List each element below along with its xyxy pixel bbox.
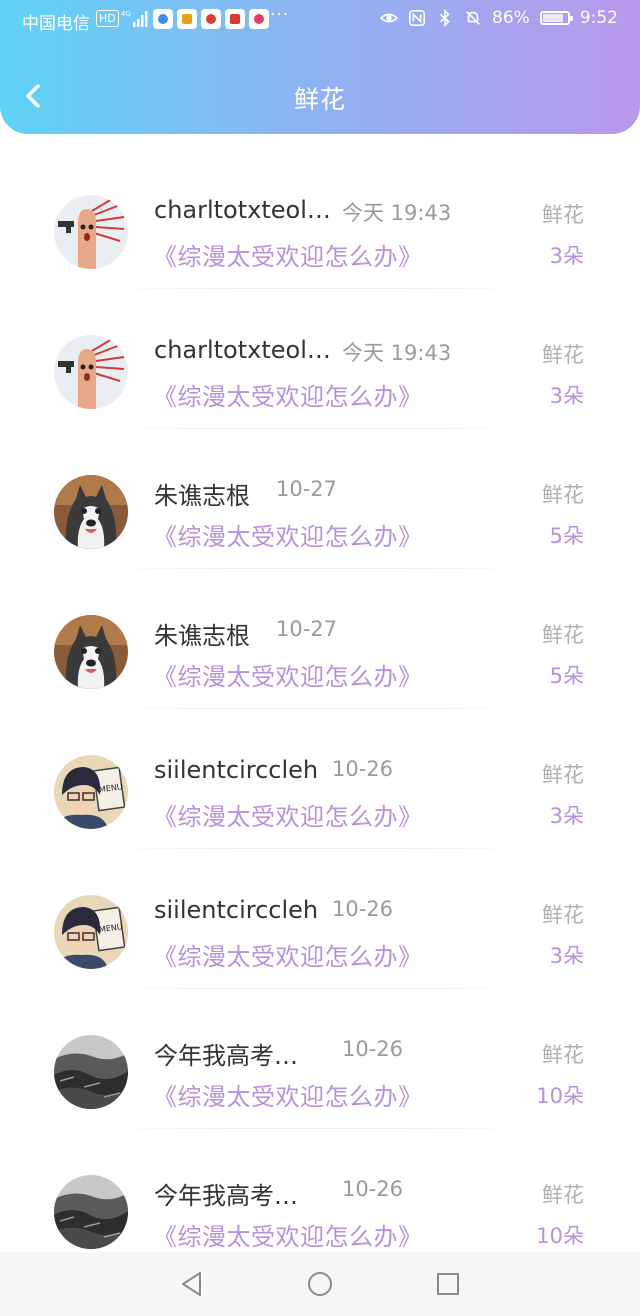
svg-text:4G: 4G [121,10,131,18]
gift-count: 5朵 [549,524,584,548]
gift-type: 鲜花 [542,623,584,647]
book-title[interactable]: 《综漫太受欢迎怎么办》 [153,797,423,832]
weibo-app-icon [201,9,221,29]
mute-bell-icon [466,11,480,25]
gift-type: 鲜花 [542,763,584,787]
gift-type: 鲜花 [542,903,584,927]
avatar[interactable] [54,195,128,269]
gift-count: 3朵 [549,804,584,828]
avatar[interactable]: MENU [54,895,128,969]
divider [104,708,534,709]
gift-type: 鲜花 [542,1183,584,1207]
gift-type: 鲜花 [542,1043,584,1067]
status-right: 86% 9:52 [380,8,618,28]
user-name[interactable]: siilentcirccleh [154,756,318,784]
gift-count: 3朵 [549,384,584,408]
timestamp: 今天 19:43 [342,201,452,225]
notification-app-icons [153,9,269,29]
gift-count: 10朵 [536,1224,584,1248]
status-bar: 中国电信 HD 4G ··· 86% 9:52 [0,0,640,40]
gift-type: 鲜花 [542,483,584,507]
gift-count: 3朵 [549,944,584,968]
divider [104,988,534,989]
user-name[interactable]: 今年我高考… [154,1176,298,1211]
timestamp: 10-26 [342,1177,404,1201]
hd-badge: HD [96,10,119,27]
book-title[interactable]: 《综漫太受欢迎怎么办》 [153,657,423,692]
avatar[interactable]: MENU [54,755,128,829]
list-item[interactable]: charltotxteol… 今天 19:43 《综漫太受欢迎怎么办》 鲜花 3… [0,290,640,430]
eye-comfort-icon [380,13,399,23]
timestamp: 10-26 [342,1037,404,1061]
timestamp: 10-27 [276,477,338,501]
user-name[interactable]: charltotxteol… [154,336,331,364]
book-title[interactable]: 《综漫太受欢迎怎么办》 [153,937,423,972]
nfc-icon [409,9,426,27]
timestamp: 10-27 [276,617,338,641]
book-title[interactable]: 《综漫太受欢迎怎么办》 [153,1217,423,1252]
list-item[interactable]: 朱谯志根 10-27 《综漫太受欢迎怎么办》 鲜花 5朵 [0,430,640,570]
gift-type: 鲜花 [542,203,584,227]
list-item[interactable]: 今年我高考… 10-26 《综漫太受欢迎怎么办》 鲜花 10朵 [0,1130,640,1270]
signal-icon: 4G [121,10,148,27]
list-item[interactable]: MENU siilentcirccleh 10-26 《综漫太受欢迎怎么办》 鲜… [0,710,640,850]
carrier-label: 中国电信 [22,14,90,34]
avatar[interactable] [54,475,128,549]
circle-home-icon[interactable] [306,1270,334,1298]
baidu-netdisk-icon [153,9,173,29]
list-item[interactable]: 朱谯志根 10-27 《综漫太受欢迎怎么办》 鲜花 5朵 [0,570,640,710]
page-title: 鲜花 [293,85,346,114]
avatar[interactable] [54,1175,128,1249]
paper-plane-app-icon [177,9,197,29]
triangle-back-icon[interactable] [178,1270,206,1298]
divider [104,288,534,289]
gift-count: 5朵 [549,664,584,688]
divider [104,428,534,429]
book-title[interactable]: 《综漫太受欢迎怎么办》 [153,517,423,552]
square-recents-icon[interactable] [434,1270,462,1298]
gift-type: 鲜花 [542,343,584,367]
more-notifications-icon: ··· [270,5,290,25]
user-name[interactable]: charltotxteol… [154,196,331,224]
gift-count: 10朵 [536,1084,584,1108]
timestamp: 今天 19:43 [342,341,452,365]
app-header: 中国电信 HD 4G ··· 86% 9:52 鲜花 [0,0,640,134]
timestamp: 10-26 [332,757,394,781]
user-name[interactable]: 朱谯志根 [154,616,250,651]
avatar[interactable] [54,1035,128,1109]
sunglasses-app-icon [225,9,245,29]
list-item[interactable]: charltotxteol… 今天 19:43 《综漫太受欢迎怎么办》 鲜花 3… [0,150,640,290]
divider [104,1128,534,1129]
battery-percent: 86% [492,8,530,28]
list-item[interactable]: 今年我高考… 10-26 《综漫太受欢迎怎么办》 鲜花 10朵 [0,990,640,1130]
book-title[interactable]: 《综漫太受欢迎怎么办》 [153,1077,423,1112]
user-name[interactable]: siilentcirccleh [154,896,318,924]
avatar[interactable] [54,335,128,409]
battery-icon [539,11,573,25]
list-item[interactable]: MENU siilentcirccleh 10-26 《综漫太受欢迎怎么办》 鲜… [0,850,640,990]
system-nav-bar [0,1252,640,1316]
divider [104,848,534,849]
book-title[interactable]: 《综漫太受欢迎怎么办》 [153,377,423,412]
divider [104,568,534,569]
bluetooth-icon [439,9,450,27]
timestamp: 10-26 [332,897,394,921]
user-name[interactable]: 今年我高考… [154,1036,298,1071]
avatar[interactable] [54,615,128,689]
gift-count: 3朵 [549,244,584,268]
book-title[interactable]: 《综漫太受欢迎怎么办》 [153,237,423,272]
mail-app-icon [249,9,269,29]
clock: 9:52 [579,8,618,28]
user-name[interactable]: 朱谯志根 [154,476,250,511]
